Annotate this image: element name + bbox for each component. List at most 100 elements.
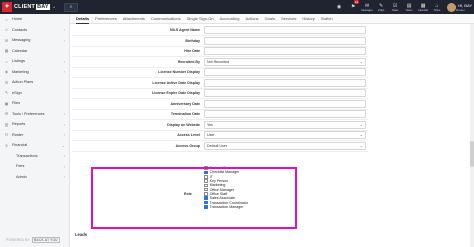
- sidebar-item-label: Files: [12, 101, 21, 106]
- field-label: License Number Display: [158, 70, 200, 74]
- notifications-button[interactable]: ⚑ 14: [346, 0, 360, 14]
- tab-history[interactable]: History: [302, 14, 314, 24]
- anniversary-date-input[interactable]: [204, 99, 366, 108]
- tab-goals[interactable]: Goals: [265, 14, 275, 24]
- user-menu[interactable]: HI, BAY Broker: [456, 3, 472, 12]
- home-button[interactable]: ⌂ Home: [430, 0, 444, 14]
- notifications-icon: ⚑: [350, 4, 356, 10]
- form-row: Access Level User ⌄: [70, 130, 370, 140]
- recruited-by-select[interactable]: Not Recruited ⌄: [204, 57, 366, 66]
- chevron-right-icon: ›: [63, 111, 65, 117]
- search-button[interactable]: ⌕: [64, 2, 78, 12]
- sidebar-item-listings[interactable]: ⌂ Listings ›: [0, 56, 69, 67]
- pen-button[interactable]: ✎ eSign: [374, 0, 388, 14]
- marketing-icon: ◈: [4, 69, 9, 75]
- tasks-button[interactable]: ☑ Tasks: [388, 0, 402, 14]
- sidebar-item-contacts[interactable]: ☺ Contacts ›: [0, 25, 69, 36]
- top-icon-label: eSign: [377, 8, 385, 12]
- sidebar-item-messaging[interactable]: ✉ Messaging ›: [0, 35, 69, 46]
- sidebar-item-label: Marketing: [12, 69, 29, 74]
- dashboard-button[interactable]: ◉: [332, 0, 346, 14]
- tab-communications[interactable]: Communications: [151, 14, 181, 24]
- sidebar-item-esign[interactable]: ✎ eSign: [0, 88, 69, 99]
- notes-button[interactable]: ▤ Notes: [402, 0, 416, 14]
- chevron-right-icon: ›: [63, 58, 65, 64]
- sidebar-item-label: Contacts: [12, 27, 27, 32]
- hire-date-input[interactable]: [204, 47, 366, 55]
- highlight-box: [91, 167, 297, 229]
- sidebar-subitem-admin[interactable]: Admin ›: [0, 172, 69, 183]
- tab-attachments[interactable]: Attachments: [123, 14, 145, 24]
- sidebar-item-home[interactable]: ⌂ Home: [0, 14, 69, 25]
- user-role: Broker: [456, 7, 465, 12]
- tab-details[interactable]: Details: [76, 14, 90, 24]
- field-label: Birthday: [185, 38, 200, 43]
- sidebar-item-label: Home: [12, 17, 23, 22]
- files-icon: ▣: [4, 100, 9, 106]
- field-label: Hire Date: [184, 49, 200, 53]
- contacts-icon: ☺: [4, 27, 9, 33]
- tools-icon: ⚙: [4, 111, 9, 117]
- sidebar-item-calendar[interactable]: ▦ Calendar: [0, 46, 69, 57]
- chevron-right-icon: ›: [63, 37, 65, 43]
- scrollbar-thumb[interactable]: [470, 141, 474, 167]
- access-level-select[interactable]: User ⌄: [204, 131, 366, 139]
- top-icon-label: Tasks: [391, 8, 399, 12]
- field-value: Yes: [207, 122, 213, 127]
- calendar-button[interactable]: ▦ Calendar: [416, 0, 430, 14]
- chevron-down-icon: ⌄: [359, 58, 363, 64]
- display-on-website-select[interactable]: Yes ⌄: [204, 120, 366, 129]
- avatar[interactable]: [447, 2, 457, 12]
- sidebar-item-label: Tools / Preferences: [12, 111, 45, 116]
- sidebar-item-marketing[interactable]: ◈ Marketing ›: [0, 67, 69, 78]
- tab-accounting[interactable]: Accounting: [220, 14, 240, 24]
- field-label: Display on Website: [167, 122, 200, 127]
- chevron-right-icon: ›: [63, 132, 65, 138]
- chevron-right-icon: ›: [63, 174, 65, 180]
- sidebar-item-label: Reports: [12, 122, 26, 127]
- logo-brand-secondary: BAY: [36, 4, 50, 10]
- sidebar-item-action-plans[interactable]: ☰ Action Plans: [0, 77, 69, 88]
- access-group-select[interactable]: Default User ⌄: [204, 141, 366, 150]
- field-label: License Expire Date Display: [152, 91, 200, 95]
- field-label: License Active Date Display: [152, 80, 200, 85]
- sidebar-subitem-transactions[interactable]: Transactions ›: [0, 151, 69, 162]
- termination-date-input[interactable]: [204, 110, 366, 118]
- tab-services[interactable]: Services: [281, 14, 296, 24]
- sidebar-item-roster[interactable]: ☷ Roster ›: [0, 130, 69, 141]
- chevron-right-icon: ›: [63, 121, 65, 127]
- tab-switch[interactable]: Switch: [321, 14, 333, 24]
- chevron-down-icon: ⌄: [61, 142, 65, 148]
- sidebar-item-files[interactable]: ▣ Files: [0, 98, 69, 109]
- nils-agent-name-input[interactable]: [204, 26, 366, 34]
- tab-single-sign-on[interactable]: Single Sign-On: [187, 14, 214, 24]
- powered-by-brand: BACK AT YOU: [31, 237, 60, 243]
- sidebar-subitem-fees[interactable]: Fees ›: [0, 161, 69, 172]
- birthday-input[interactable]: [204, 36, 366, 45]
- chevron-down-icon[interactable]: ⌄: [52, 4, 56, 10]
- license-active-date-display-input[interactable]: [204, 78, 366, 87]
- top-icon-label: Messages: [361, 8, 373, 12]
- powered-by-label: POWERED BY: [6, 238, 30, 242]
- notification-count-badge: 14: [353, 0, 360, 4]
- sidebar-item-label: Action Plans: [12, 80, 34, 85]
- tab-actions[interactable]: Actions: [245, 14, 258, 24]
- logo-text: CLIENT BAY: [14, 4, 50, 10]
- scrollbar[interactable]: [470, 24, 474, 247]
- license-number-display-input[interactable]: [204, 68, 366, 76]
- form-row: NILS Agent Name: [70, 25, 370, 35]
- form-row: License Expire Date Display: [70, 88, 370, 98]
- top-navigation-bar: ✦ CLIENT BAY ⌄ ⌕ ◉ ⚑ 14 ✉ Messages ✎ eSign ☑ Task…: [0, 0, 474, 14]
- tab-preferences[interactable]: Preferences: [95, 14, 117, 24]
- field-label: Termination Date: [170, 112, 200, 116]
- sidebar-item-financial[interactable]: $ Financial ⌄: [0, 140, 69, 151]
- messages-button[interactable]: ✉ Messages: [360, 0, 374, 14]
- sidebar-nav: ⌂ Home ☺ Contacts › ✉ Messaging › ▦ Calendar ⌂ List…: [0, 14, 69, 182]
- financial-icon: $: [5, 142, 8, 148]
- sidebar-item-reports[interactable]: ▥ Reports ›: [0, 119, 69, 130]
- chevron-down-icon: ⌄: [359, 132, 363, 137]
- dashboard-icon: ◉: [336, 4, 342, 10]
- app-logo[interactable]: ✦ CLIENT BAY ⌄: [0, 2, 62, 12]
- sidebar-item-tools[interactable]: ⚙ Tools / Preferences ›: [0, 109, 69, 120]
- license-expire-date-display-input[interactable]: [204, 89, 366, 97]
